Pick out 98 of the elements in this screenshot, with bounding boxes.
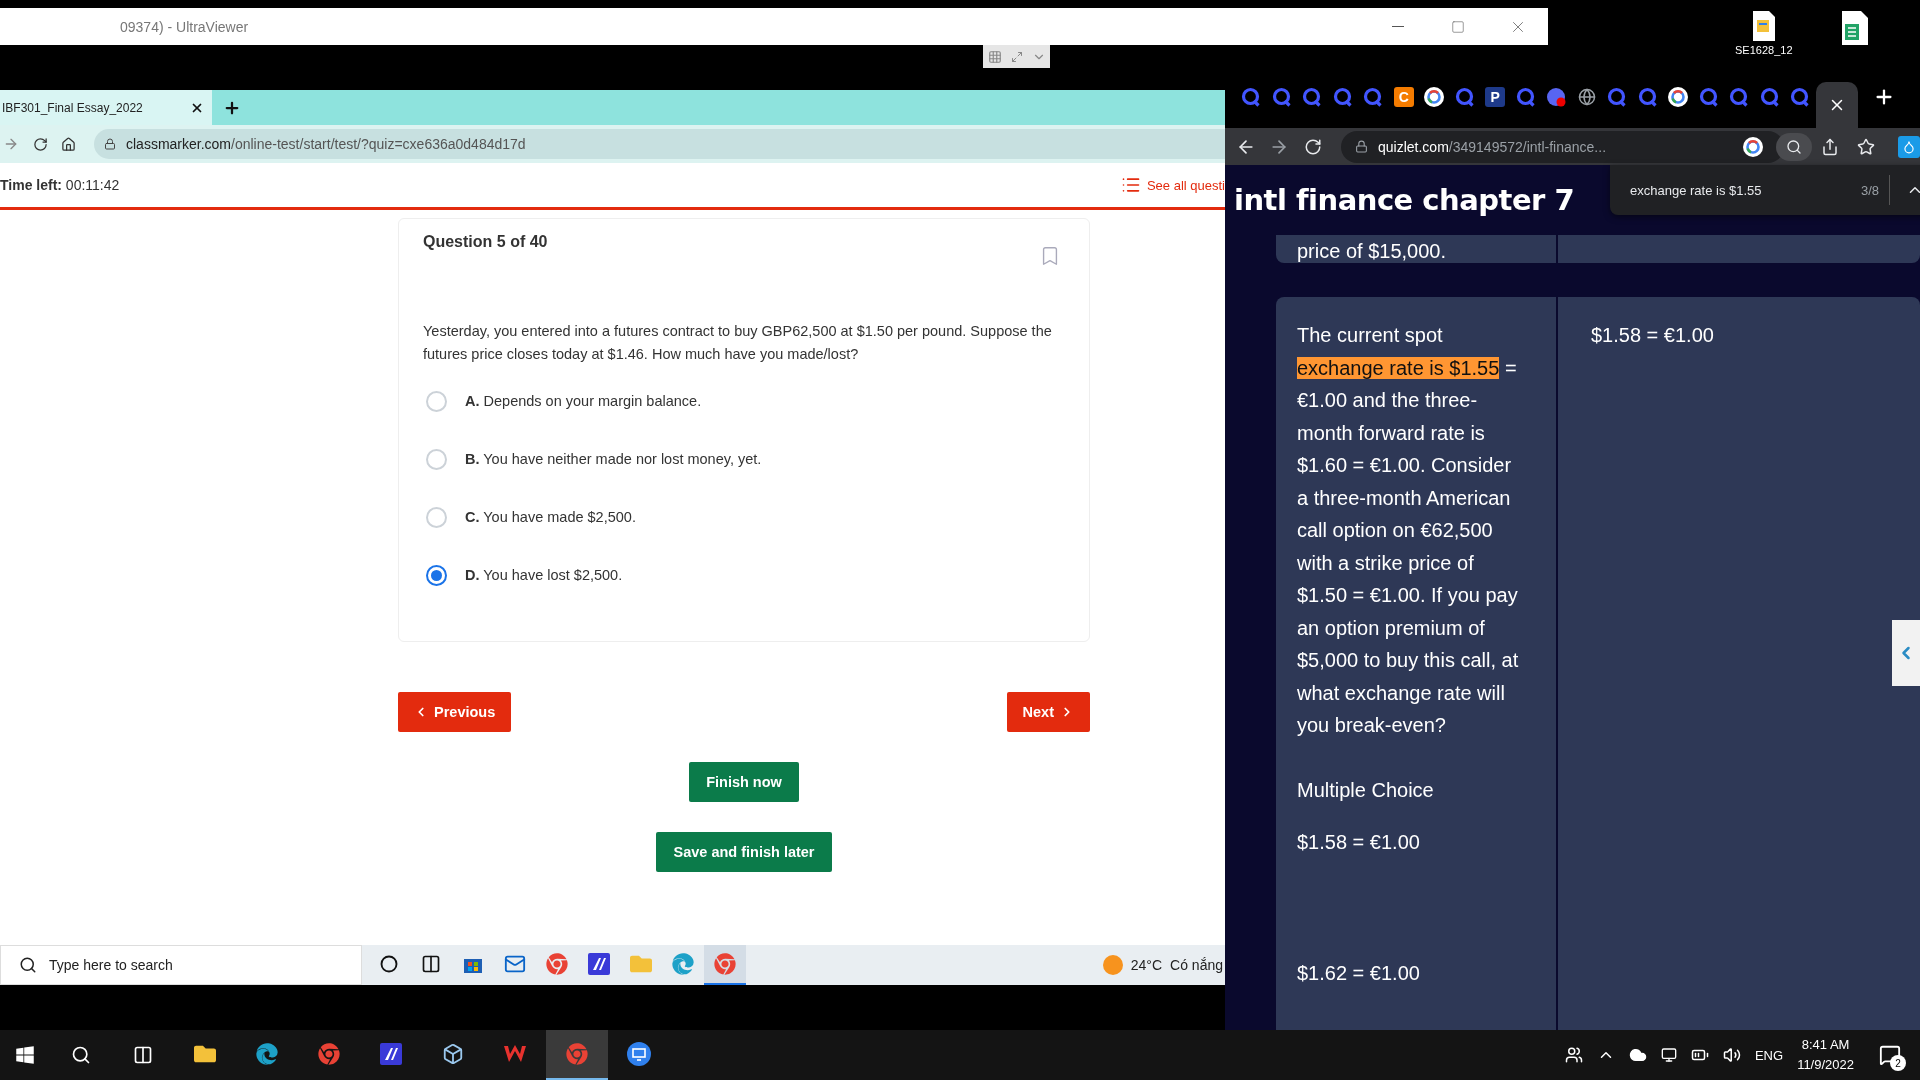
clock[interactable]: 8:41 AM 11/9/2022 <box>1797 1035 1854 1075</box>
monitor-icon <box>627 1042 651 1066</box>
definition-text: $1.58 = €1.00 <box>1591 323 1715 348</box>
mail-icon <box>504 953 526 975</box>
grid-icon[interactable] <box>987 49 1002 64</box>
temperature: 24°C <box>1130 957 1163 973</box>
search-icon <box>71 1045 91 1065</box>
share-icon <box>1821 137 1839 156</box>
choice-text: $1.62 = €1.00 <box>1297 960 1421 986</box>
notifications-button[interactable]: 2 <box>1868 1033 1912 1077</box>
favicon-icon <box>1302 87 1323 107</box>
list-icon <box>1120 175 1141 195</box>
chrome-icon <box>546 953 568 975</box>
cube-icon <box>442 1043 464 1065</box>
favicon-icon <box>1515 87 1536 107</box>
google-icon <box>1743 136 1763 157</box>
sun-icon <box>1102 955 1123 975</box>
answer-option[interactable]: B. You have neither made nor lost money, yet. <box>465 451 762 467</box>
chrome-icon <box>714 953 736 975</box>
circle-icon <box>380 955 398 973</box>
question-text: Yesterday, you entered into a futures contract to buy GBP62,500 at $1.50 per pound. Suppose the futures price closes today at $1.46. How much have you made/lost? <box>423 322 1053 364</box>
favicon-icon <box>1637 87 1658 107</box>
task-view-icon <box>421 954 441 974</box>
reload-icon <box>1304 137 1322 156</box>
volume-icon[interactable] <box>1722 1046 1741 1064</box>
folder-icon <box>194 1043 216 1065</box>
finish-now-button[interactable]: Finish now <box>689 762 799 802</box>
answer-option[interactable]: C. You have made $2,500. <box>465 509 636 525</box>
lock-icon <box>1355 140 1368 153</box>
browser-tab[interactable] <box>1815 82 1858 128</box>
spreadsheet-icon[interactable] <box>1840 10 1870 46</box>
people-icon[interactable] <box>1564 1046 1583 1064</box>
set-title: intl finance chapter 7 <box>1234 183 1575 217</box>
favicon-icon <box>1607 87 1628 107</box>
chrome-icon <box>566 1043 588 1065</box>
monitor-icon[interactable] <box>1660 1047 1677 1063</box>
favicon-icon <box>1546 87 1567 107</box>
time-left: Time left: 00:11:42 <box>0 177 120 193</box>
edge-icon <box>672 953 694 975</box>
search-icon <box>1786 138 1802 155</box>
task-view-icon <box>133 1045 153 1065</box>
favicon-icon <box>1241 87 1262 107</box>
weather-text: Có nắng <box>1170 957 1223 973</box>
answer-option[interactable]: D. You have lost $2,500. <box>465 567 623 583</box>
favicon-icon <box>1271 87 1292 107</box>
windows-icon <box>15 1045 35 1065</box>
edge-icon <box>256 1043 278 1065</box>
choice-text: $1.58 = €1.00 <box>1297 830 1421 855</box>
tab-title: IBF301_Final Essay_2022 <box>2 100 143 115</box>
google-icon <box>1424 87 1445 107</box>
maximize-icon <box>1451 19 1465 34</box>
minimize-icon <box>1392 26 1404 27</box>
star-icon <box>1857 137 1875 156</box>
extension-button[interactable] <box>1898 135 1920 158</box>
address-bar[interactable]: classmarker.com/online-test/start/test/?quiz=cxe636a0d484d17d <box>126 136 526 152</box>
folder-icon <box>630 953 652 975</box>
term-text: price of $15,000. <box>1297 239 1447 264</box>
favicon-icon <box>1454 87 1475 107</box>
favicon-icon <box>1729 87 1750 107</box>
search-field[interactable]: Type here to search <box>0 945 362 985</box>
message-icon <box>1879 1044 1901 1066</box>
favicon-icon <box>1790 87 1811 107</box>
app-icon <box>380 1043 402 1065</box>
reload-icon <box>32 136 48 152</box>
globe-icon <box>1577 88 1596 106</box>
answer-option[interactable]: A. Depends on your margin balance. <box>465 393 702 409</box>
radio-button[interactable] <box>426 564 447 586</box>
notification-count: 2 <box>1890 1055 1906 1071</box>
document-icon[interactable] <box>1750 10 1777 42</box>
see-all-questions-link[interactable]: See all questi <box>1120 175 1225 195</box>
favicon-icon <box>1363 87 1384 107</box>
cloud-icon[interactable] <box>1628 1046 1647 1064</box>
next-button[interactable]: Next <box>1006 692 1090 732</box>
droplet-icon <box>1902 139 1916 154</box>
favicon-icon <box>1698 87 1719 107</box>
browser-tab[interactable]: IBF301_Final Essay_2022 <box>0 90 212 125</box>
find-count: 3/8 <box>1860 182 1879 198</box>
save-and-finish-later-button[interactable]: Save and finish later <box>656 832 832 872</box>
favicon-icon <box>1332 87 1353 107</box>
desktop-icon-label: SE1628_12 <box>1735 44 1793 56</box>
search-icon <box>19 956 37 974</box>
window-title: 09374) - UltraViewer <box>120 18 249 35</box>
find-query[interactable]: exchange rate is $1.55 <box>1630 182 1762 198</box>
fullscreen-icon[interactable] <box>1010 50 1023 63</box>
side-panel-tab[interactable] <box>1892 620 1920 686</box>
question-type: Multiple Choice <box>1297 777 1435 803</box>
app-icon <box>588 953 610 975</box>
chrome-icon <box>318 1043 340 1065</box>
find-button[interactable] <box>1776 132 1812 161</box>
question-title: Question 5 of 40 <box>423 233 548 251</box>
arrow-right-icon <box>3 136 19 152</box>
google-icon <box>1668 87 1689 107</box>
language-indicator[interactable]: ENG <box>1754 1047 1784 1063</box>
lock-icon <box>104 138 116 150</box>
home-icon <box>60 136 76 152</box>
previous-button[interactable]: Previous <box>398 692 512 732</box>
favicon-icon <box>1759 87 1780 107</box>
term-text: The current spot exchange rate is $1.55 = €1.00 and the three-month forward rate is $1.60 = €1.00. Consider a three-month American call option on €62,500 with a strike price of $1.50 = €1.00. If you pay an option premium of $5,000 to buy this call, at what exchange rate will you break-even? <box>1297 323 1520 738</box>
